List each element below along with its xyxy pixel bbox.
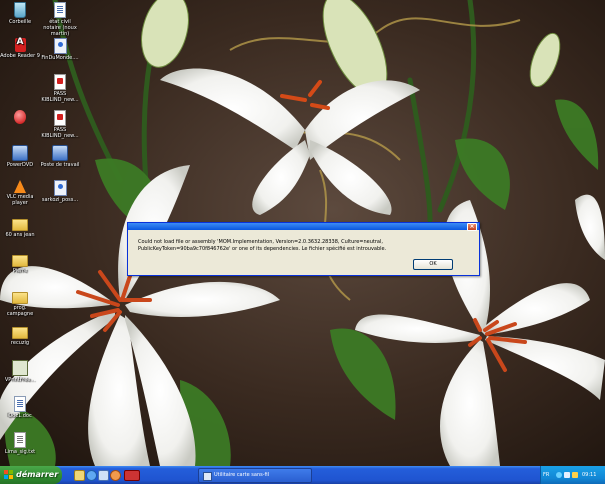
desktop-icon-lima-sig[interactable]: Lima_sig.txt bbox=[0, 432, 40, 455]
desktop-icon-label: VLC media player bbox=[6, 194, 34, 206]
text-file-icon bbox=[14, 432, 26, 448]
ok-button[interactable]: OK bbox=[413, 259, 453, 270]
desktop-icon-label: recuzig bbox=[10, 340, 30, 346]
desktop-icon-adobe-reader[interactable]: Adobe Reader 9 bbox=[0, 38, 40, 59]
desktop-icon-label: PASS KIBLIND_new... bbox=[41, 91, 79, 103]
desktop-icon-label: Doc1.doc bbox=[8, 413, 32, 419]
desktop-icon-doc1[interactable]: Doc1.doc bbox=[0, 396, 40, 419]
pdf-file-icon bbox=[54, 110, 66, 126]
quicklaunch-desktop-icon[interactable] bbox=[98, 470, 109, 481]
taskbar: démarrer Utilitaire carte sans-fil FR 09… bbox=[0, 466, 605, 484]
desktop-icon-label: PowerDVD bbox=[6, 162, 34, 168]
desktop-icon-poste-de-travail[interactable]: Poste de travail bbox=[40, 145, 80, 168]
desktop-icon-label: 60 ans jean bbox=[5, 232, 35, 238]
desktop-icon-powerdvd[interactable]: PowerDVD bbox=[0, 145, 40, 168]
desktop-icon-label: Poste de travail bbox=[40, 162, 80, 168]
desktop-icon-vprintfree[interactable]: VPrintFree... bbox=[0, 360, 40, 383]
desktop-icon-label: VPrintFree... bbox=[4, 377, 36, 383]
folder-icon bbox=[12, 255, 28, 267]
desktop-icon-label: prog. campagne bbox=[6, 305, 34, 317]
desktop-icon-label: sarkozi_poss... bbox=[41, 197, 79, 203]
recycle-bin-icon bbox=[14, 2, 26, 18]
desktop-icon-label: état civil notaire (noux martin) bbox=[43, 19, 77, 37]
pdf-file-icon bbox=[54, 74, 66, 90]
close-icon: × bbox=[469, 223, 475, 230]
word-document-icon bbox=[14, 396, 26, 412]
error-message: Could not load file or assembly 'MOM.Imp… bbox=[138, 239, 387, 252]
desktop-icon-pierre[interactable]: Pierre bbox=[0, 252, 40, 274]
desktop-icon-recuzig[interactable]: recuzig bbox=[0, 324, 40, 346]
tray-help-icon[interactable] bbox=[556, 472, 562, 478]
my-computer-icon bbox=[52, 145, 68, 161]
desktop-icon-label: PASS KIBLIND_new... bbox=[41, 127, 79, 139]
folder-icon bbox=[12, 292, 28, 304]
start-label: démarrer bbox=[16, 470, 59, 479]
desktop-icon-pass-kiblind-1[interactable]: PASS KIBLIND_new... bbox=[40, 74, 80, 103]
folder-icon bbox=[12, 327, 28, 339]
red-orb-icon bbox=[14, 110, 26, 124]
dialog-titlebar[interactable]: × bbox=[128, 223, 479, 231]
quicklaunch-explorer-icon[interactable] bbox=[74, 470, 85, 481]
desktop-icon-label: Pierre bbox=[12, 268, 28, 274]
application-icon bbox=[53, 38, 67, 54]
task-label: Utilitaire carte sans-fil bbox=[214, 472, 270, 478]
clock[interactable]: 09:11 bbox=[582, 466, 596, 484]
desktop-icon-etat-civil[interactable]: état civil notaire (noux martin) bbox=[40, 2, 80, 37]
desktop-icon-label: Lima_sig.txt bbox=[4, 449, 36, 455]
desktop-icon-label: FinDuMonde.... bbox=[41, 55, 79, 61]
vlc-icon bbox=[14, 180, 26, 193]
desktop-icon-label: Corbeille bbox=[8, 19, 32, 25]
tray-volume-icon[interactable] bbox=[572, 472, 578, 478]
desktop-icon-sarkozi[interactable]: sarkozi_poss... bbox=[40, 180, 80, 203]
powerdvd-icon bbox=[12, 145, 28, 161]
language-indicator[interactable]: FR bbox=[543, 466, 549, 484]
error-dialog: × Could not load file or assembly 'MOM.I… bbox=[127, 222, 480, 276]
desktop-icon-pass-kiblind-2[interactable]: PASS KIBLIND_new... bbox=[40, 110, 80, 139]
quicklaunch-ie-icon[interactable] bbox=[86, 470, 97, 481]
application-icon bbox=[53, 180, 67, 196]
adobe-reader-icon bbox=[14, 38, 26, 52]
close-button[interactable]: × bbox=[467, 223, 477, 231]
quicklaunch-app-icon[interactable] bbox=[124, 470, 140, 481]
taskbar-item-wireless-utility[interactable]: Utilitaire carte sans-fil bbox=[198, 468, 312, 483]
start-button[interactable]: démarrer bbox=[0, 466, 62, 484]
quicklaunch-media-icon[interactable] bbox=[110, 470, 121, 481]
desktop-icon-prog-campagne[interactable]: prog. campagne bbox=[0, 289, 40, 317]
word-document-icon bbox=[54, 2, 66, 18]
tray-network-icon[interactable] bbox=[564, 472, 570, 478]
desktop-icon-findumonde[interactable]: FinDuMonde.... bbox=[40, 38, 80, 61]
desktop-icon-vlc[interactable]: VLC media player bbox=[0, 180, 40, 206]
wireless-utility-icon bbox=[203, 472, 212, 481]
windows-logo-icon bbox=[4, 470, 13, 479]
desktop-icon-corbeille[interactable]: Corbeille bbox=[0, 2, 40, 25]
desktop-icon-red-orb[interactable] bbox=[0, 110, 40, 125]
folder-icon bbox=[12, 219, 28, 231]
shortcut-icon bbox=[12, 360, 28, 376]
desktop-icon-60-ans-jean[interactable]: 60 ans jean bbox=[0, 216, 40, 238]
desktop-icon-label: Adobe Reader 9 bbox=[0, 53, 40, 59]
